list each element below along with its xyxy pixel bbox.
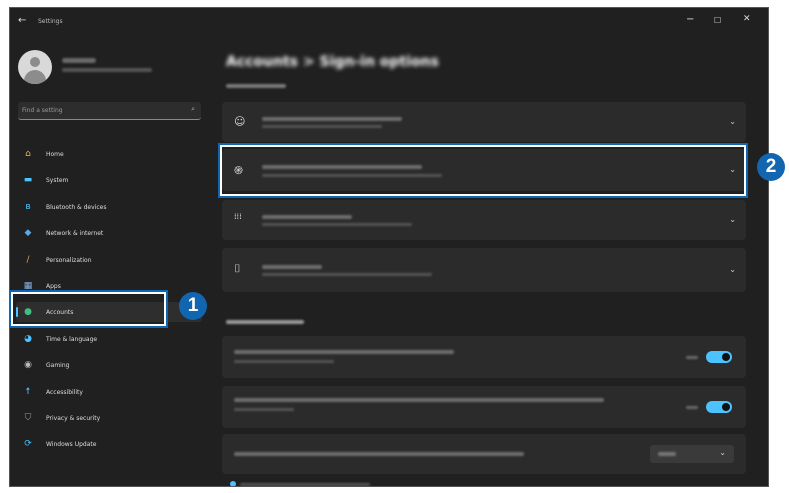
signin-option-pin[interactable]: ⁞⁞⁞ ⌄: [222, 200, 746, 240]
accessibility-icon: ☨: [25, 386, 31, 397]
section-subheading: [226, 84, 286, 88]
footer-link-text: [240, 483, 370, 486]
setting-description: [234, 408, 294, 411]
globe-clock-icon: ◕: [24, 333, 32, 344]
search-input[interactable]: [22, 105, 172, 115]
sidebar-item-accessibility[interactable]: ☨ Accessibility: [16, 382, 202, 402]
back-arrow-icon[interactable]: ←: [18, 15, 26, 26]
sidebar-item-windows-update[interactable]: ⟳ Windows Update: [16, 434, 202, 454]
bluetooth-icon: ʙ: [25, 201, 31, 212]
toggle-switch[interactable]: [706, 351, 732, 363]
callout-number-2: 2: [757, 153, 785, 181]
signin-option-facial-recognition[interactable]: ☺ ⌄: [222, 102, 746, 142]
option-title: [262, 117, 402, 121]
profile-email: [62, 68, 152, 72]
chevron-down-icon[interactable]: ⌄: [729, 117, 736, 126]
minimize-button[interactable]: −: [686, 14, 694, 25]
chevron-down-icon: ⌄: [719, 448, 726, 457]
toggle-state-label: [686, 406, 698, 409]
page-title: Accounts > Sign-in options: [226, 54, 439, 70]
pin-keypad-icon: ⁞⁞⁞: [234, 212, 242, 221]
apps-icon: ▦: [23, 281, 33, 291]
sidebar-item-label: Network & internet: [46, 230, 104, 238]
sidebar-item-label: Windows Update: [46, 441, 97, 449]
option-title: [262, 265, 322, 269]
setting-title: [234, 350, 454, 354]
option-description: [262, 125, 382, 128]
search-icon[interactable]: ⌕: [191, 105, 195, 114]
main-content: Accounts > Sign-in options ☺ ⌄ ֍ ⌄ ⁞⁞⁞ ⌄…: [208, 36, 768, 486]
brush-icon: /: [26, 254, 30, 265]
search-box: ⌕: [18, 102, 201, 120]
sidebar-item-label: Bluetooth & devices: [46, 203, 107, 211]
option-description: [262, 223, 412, 226]
setting-dropdown[interactable]: ⌄: [650, 445, 734, 463]
app-title: Settings: [38, 18, 63, 25]
monitor-icon: ▬: [23, 175, 33, 186]
sidebar-item-personalization[interactable]: / Personalization: [16, 250, 202, 270]
sidebar-item-time-language[interactable]: ◕ Time & language: [16, 329, 202, 349]
toggle-switch[interactable]: [706, 401, 732, 413]
settings-window: ← Settings − ☐ ✕ ⌕ ⌂ Home ▬ System ʙ Bluetoot…: [9, 7, 769, 487]
sidebar-item-label: System: [46, 177, 69, 185]
chevron-down-icon[interactable]: ⌄: [729, 215, 736, 224]
info-icon: [230, 481, 236, 486]
sidebar-item-label: Gaming: [46, 362, 70, 370]
maximize-button[interactable]: ☐: [714, 16, 721, 25]
additional-settings-heading: [226, 320, 304, 324]
sidebar-item-label: Time & language: [46, 335, 98, 343]
callout-highlight-accounts: [9, 290, 168, 328]
setting-row-3: ⌄: [222, 434, 746, 474]
security-key-icon: ⌷: [234, 262, 241, 275]
wifi-icon: ◆: [24, 228, 32, 239]
face-icon: ☺: [234, 115, 246, 128]
setting-title: [234, 452, 524, 456]
sidebar-item-gaming[interactable]: ◉ Gaming: [16, 355, 202, 375]
gamepad-icon: ◉: [24, 360, 32, 371]
chevron-down-icon[interactable]: ⌄: [729, 265, 736, 274]
close-button[interactable]: ✕: [743, 14, 751, 24]
sidebar-item-network-internet[interactable]: ◆ Network & internet: [16, 223, 202, 243]
callout-number-1: 1: [179, 292, 207, 320]
update-icon: ⟳: [24, 439, 32, 450]
setting-row-1: [222, 336, 746, 378]
sidebar-item-label: Accessibility: [46, 388, 83, 396]
sidebar-item-label: Home: [46, 151, 64, 158]
sidebar-item-system[interactable]: ▬ System: [16, 170, 202, 190]
setting-title: [234, 398, 604, 402]
sidebar-item-privacy-security[interactable]: ⛉ Privacy & security: [16, 408, 202, 428]
avatar[interactable]: [18, 50, 52, 84]
option-title: [262, 215, 352, 219]
option-description: [262, 273, 432, 276]
callout-highlight-fingerprint: [218, 143, 748, 198]
setting-link: [234, 360, 334, 363]
home-icon: ⌂: [25, 149, 31, 159]
sidebar-item-label: Privacy & security: [46, 415, 101, 422]
setting-row-2: [222, 386, 746, 428]
sidebar-item-home[interactable]: ⌂ Home: [16, 144, 202, 164]
title-bar: ← Settings − ☐ ✕: [10, 8, 768, 36]
profile-name: [62, 58, 96, 63]
sidebar-item-label: Personalization: [46, 256, 92, 264]
toggle-state-label: [686, 356, 698, 359]
shield-icon: ⛉: [24, 413, 32, 423]
signin-option-security-key[interactable]: ⌷ ⌄: [222, 248, 746, 292]
sidebar-item-label: Apps: [46, 283, 61, 290]
sidebar-item-bluetooth-devices[interactable]: ʙ Bluetooth & devices: [16, 197, 202, 217]
sidebar: ⌕ ⌂ Home ▬ System ʙ Bluetooth & devices ◆ Netwo…: [10, 36, 208, 486]
